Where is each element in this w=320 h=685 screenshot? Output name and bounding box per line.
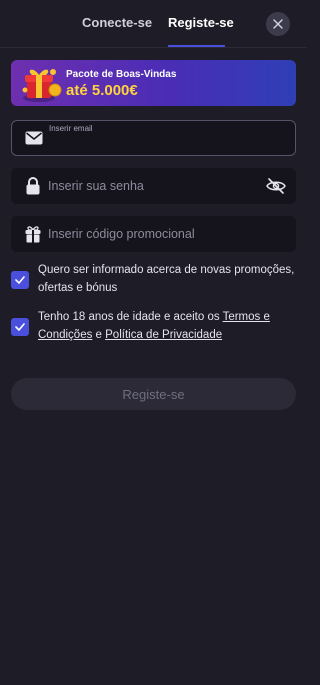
banner-title: Pacote de Boas-Vindas xyxy=(66,69,177,80)
email-field[interactable]: Inserir email xyxy=(11,120,296,156)
marketing-consent-text: Quero ser informado acerca de novas prom… xyxy=(38,264,295,294)
tab-login[interactable]: Conecte-se xyxy=(82,15,152,30)
password-input[interactable] xyxy=(48,168,260,204)
gift-icon xyxy=(23,224,43,244)
welcome-bonus-banner[interactable]: Pacote de Boas-Vindas até 5.000€ xyxy=(11,60,296,106)
password-field[interactable] xyxy=(11,168,296,204)
tab-register[interactable]: Registe-se xyxy=(168,15,234,30)
register-submit-button[interactable]: Registe-se xyxy=(11,378,296,410)
auth-tabs: Conecte-se Registe-se xyxy=(0,0,307,48)
terms-consent-prefix: Tenho 18 anos de idade e aceito os xyxy=(38,311,223,323)
envelope-icon xyxy=(24,128,44,148)
marketing-consent-checkbox[interactable] xyxy=(11,271,29,289)
gift-box-icon xyxy=(22,69,62,102)
checkmark-icon xyxy=(15,323,25,331)
privacy-policy-link[interactable]: Política de Privacidade xyxy=(105,329,222,341)
terms-consent-connector: e xyxy=(92,328,106,341)
promo-code-input[interactable] xyxy=(48,216,260,252)
terms-consent-text: Tenho 18 anos de idade e aceito os Termo… xyxy=(38,309,296,344)
terms-consent-checkbox[interactable] xyxy=(11,318,29,336)
email-input[interactable] xyxy=(49,131,259,155)
marketing-consent-row: Quero ser informado acerca de novas prom… xyxy=(11,262,296,297)
toggle-password-visibility-button[interactable] xyxy=(264,176,288,196)
lock-icon xyxy=(23,176,43,196)
promo-code-field[interactable] xyxy=(11,216,296,252)
checkmark-icon xyxy=(15,276,25,284)
close-button[interactable] xyxy=(266,12,290,36)
close-icon xyxy=(273,19,283,29)
active-tab-indicator xyxy=(168,45,225,47)
terms-consent-row: Tenho 18 anos de idade e aceito os Termo… xyxy=(11,309,296,344)
eye-off-icon xyxy=(266,178,286,194)
banner-amount: até 5.000€ xyxy=(66,82,138,99)
